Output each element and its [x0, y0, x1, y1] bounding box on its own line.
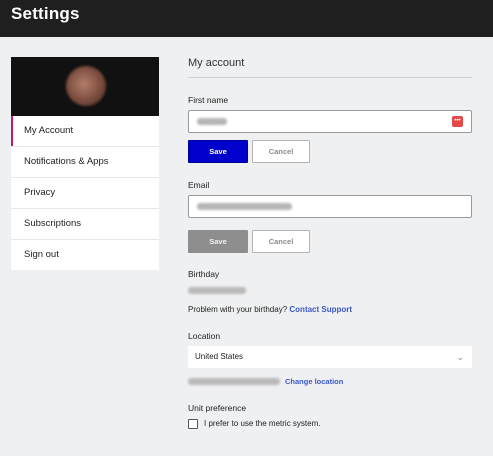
location-label: Location	[188, 331, 221, 341]
page-title: Settings	[11, 4, 80, 23]
metric-system-label[interactable]: I prefer to use the metric system.	[204, 419, 320, 428]
birthday-problem-text: Problem with your birthday?	[188, 305, 288, 314]
sidebar-item-sign-out[interactable]: Sign out	[11, 240, 159, 270]
sidebar-item-my-account[interactable]: My Account	[11, 116, 159, 147]
sidebar-item-notifications-apps[interactable]: Notifications & Apps	[11, 147, 159, 178]
unit-preference-label: Unit preference	[188, 403, 247, 413]
email-value-redacted	[197, 203, 292, 210]
sidebar-item-label: Privacy	[24, 187, 56, 198]
sidebar: My Account Notifications & Apps Privacy …	[11, 57, 159, 270]
change-location-link[interactable]: Change location	[285, 377, 343, 386]
sidebar-item-label: Notifications & Apps	[24, 156, 109, 167]
sidebar-item-label: Subscriptions	[24, 218, 82, 229]
email-cancel-button[interactable]: Cancel	[252, 230, 310, 253]
first-name-cancel-button[interactable]: Cancel	[252, 140, 310, 163]
sidebar-item-subscriptions[interactable]: Subscriptions	[11, 209, 159, 240]
email-save-button[interactable]: Save	[188, 230, 248, 253]
chevron-down-icon: ⌄	[456, 352, 464, 362]
birthday-label: Birthday	[188, 269, 220, 279]
avatar[interactable]	[66, 66, 106, 106]
location-detail-redacted	[188, 378, 280, 385]
sidebar-item-privacy[interactable]: Privacy	[11, 178, 159, 209]
first-name-label: First name	[188, 95, 229, 105]
email-input[interactable]	[188, 195, 472, 218]
first-name-save-button[interactable]: Save	[188, 140, 248, 163]
birthday-value-redacted	[188, 287, 246, 294]
top-bar: Settings	[0, 0, 493, 37]
location-selected-value: United States	[195, 352, 244, 361]
location-select[interactable]: United States ⌄	[188, 346, 472, 368]
section-divider	[188, 77, 472, 78]
sidebar-menu: My Account Notifications & Apps Privacy …	[11, 116, 159, 270]
metric-system-checkbox[interactable]	[188, 419, 198, 429]
first-name-value-redacted	[197, 118, 227, 125]
birthday-help: Problem with your birthday? Contact Supp…	[188, 305, 352, 314]
section-title: My account	[188, 57, 245, 69]
sidebar-item-label: Sign out	[24, 249, 59, 260]
sidebar-item-label: My Account	[24, 125, 74, 136]
email-label: Email	[188, 180, 210, 190]
autofill-icon[interactable]: •••	[452, 116, 463, 127]
contact-support-link[interactable]: Contact Support	[289, 305, 352, 314]
profile-header	[11, 57, 159, 116]
first-name-input[interactable]: •••	[188, 110, 472, 133]
